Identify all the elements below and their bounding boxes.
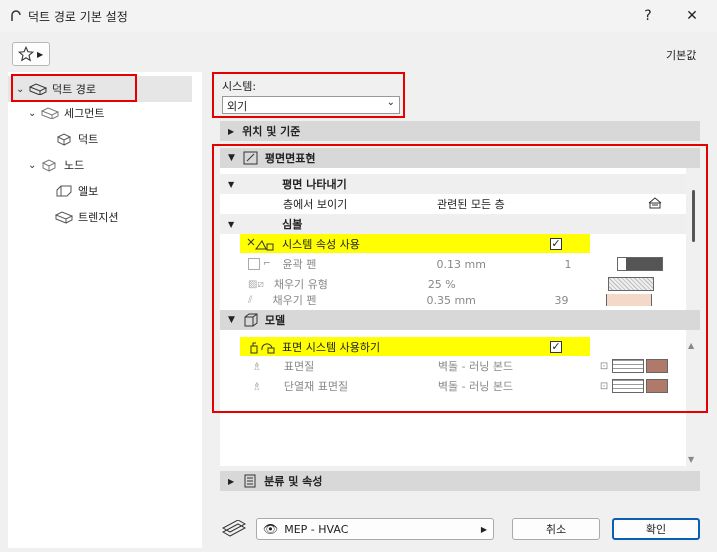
close-button[interactable]: ✕ — [672, 0, 712, 32]
star-icon — [17, 45, 35, 62]
tree-item-segment[interactable]: ⌄ 세그먼트 — [28, 102, 104, 124]
tree-item-label: 노드 — [64, 159, 85, 172]
chevron-right-icon: ▶ — [480, 524, 487, 534]
tree-item-label: 세그먼트 — [64, 107, 105, 120]
chevron-down-icon: ⌄ — [28, 159, 37, 171]
tree-item-label: 엘보 — [78, 185, 99, 198]
tree-item-duct[interactable]: 덕트 — [54, 128, 98, 150]
elbow-icon — [54, 183, 74, 199]
tree-item-label: 덕트 — [78, 133, 99, 146]
cancel-button[interactable]: 취소 — [512, 518, 600, 540]
layer-icon — [221, 519, 247, 541]
defaults-label: 기본값 — [666, 49, 697, 62]
chevron-right-icon: ▶ — [37, 49, 44, 59]
chevron-down-icon: ⌄ — [28, 107, 37, 119]
ok-button[interactable]: 확인 — [612, 518, 700, 540]
section-title: 위치 및 기준 — [242, 125, 301, 138]
duct-icon — [54, 131, 74, 147]
section-classification[interactable]: ▶ 분류 및 속성 — [220, 471, 700, 491]
eye-icon: 👁 — [263, 522, 279, 536]
annotation-box-tree — [11, 74, 137, 102]
node-icon — [40, 157, 60, 173]
tree-item-label: 트렌지션 — [78, 211, 119, 224]
tree-item-transition[interactable]: 트렌지션 — [54, 206, 118, 228]
view-select-button[interactable]: 👁 MEP - HVAC ▶ — [256, 518, 494, 540]
segment-icon — [40, 105, 60, 121]
section-title: 분류 및 속성 — [264, 475, 323, 488]
window-title: 덕트 경로 기본 설정 — [28, 10, 128, 24]
help-button[interactable]: ? — [628, 0, 668, 32]
scroll-down-icon[interactable]: ▼ — [688, 455, 694, 464]
section-position[interactable]: ▶ 위치 및 기준 — [220, 121, 700, 141]
settings-tree: ⌄ 덕트 경로 ⌄ 세그먼트 덕트 ⌄ 노드 엘보 트렌지션 — [8, 72, 202, 548]
chevron-right-icon: ▶ — [228, 126, 235, 136]
tree-item-node[interactable]: ⌄ 노드 — [28, 154, 84, 176]
tree-item-elbow[interactable]: 엘보 — [54, 180, 98, 202]
classification-icon — [240, 473, 260, 489]
view-select-label: MEP - HVAC — [284, 522, 349, 536]
chevron-right-icon: ▶ — [228, 476, 235, 486]
duct-app-icon — [11, 10, 21, 21]
transition-icon — [54, 209, 74, 225]
favorites-button[interactable]: ▶ — [12, 42, 50, 66]
annotation-box-system — [212, 72, 405, 118]
annotation-box-content — [212, 144, 708, 413]
